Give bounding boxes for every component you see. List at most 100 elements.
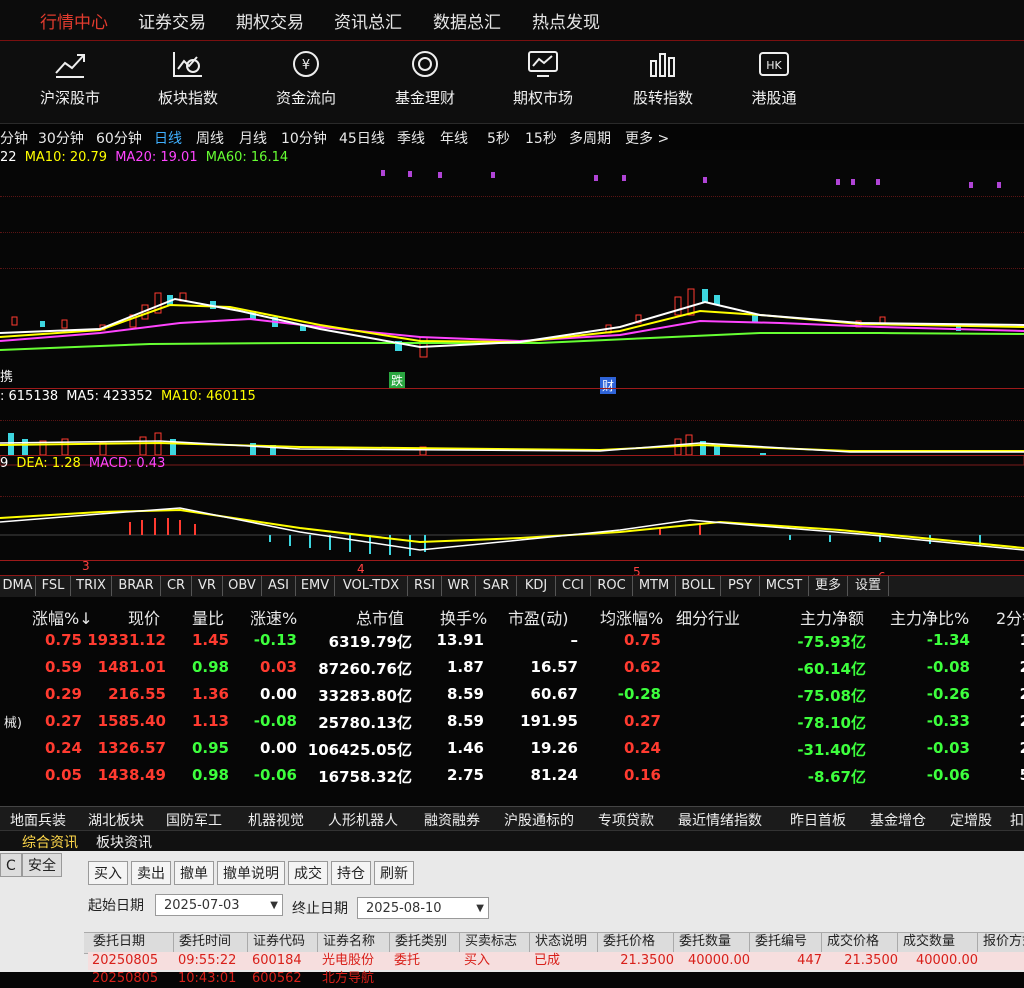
period-daily[interactable]: 日线 xyxy=(154,128,182,148)
grid-cell[interactable] xyxy=(390,970,460,988)
chart-marker-finance[interactable]: 财 xyxy=(600,377,617,394)
col-change-pct[interactable]: 涨幅%↓ xyxy=(32,605,93,629)
tab-hot-topics[interactable]: 热点发现 xyxy=(532,8,600,33)
table-row[interactable]: 0.59 1481.01 0.98 0.03 87260.76亿 1.87 16.57 0.6… xyxy=(0,654,1024,680)
grid-cell[interactable] xyxy=(978,970,1024,988)
col-avg-change[interactable]: 均涨幅% xyxy=(600,605,663,629)
shanghai-shenzhen-button[interactable]: 沪深股市 xyxy=(15,49,125,108)
positions-button[interactable]: 持仓 xyxy=(331,861,371,885)
period-10min[interactable]: 10分钟 xyxy=(281,128,327,148)
sector-tab[interactable]: 昨日首板 xyxy=(790,810,846,830)
col-market-cap[interactable]: 总市值 xyxy=(356,605,404,629)
sector-tab[interactable]: 融资融券 xyxy=(424,810,480,830)
table-row[interactable]: 0.05 1438.49 0.98 -0.06 16758.32亿 2.75 81.24 0.… xyxy=(0,762,1024,788)
sector-tab[interactable]: 国防军工 xyxy=(166,810,222,830)
tab-obv[interactable]: OBV xyxy=(223,576,262,596)
grid-cell[interactable]: 10:43:01 xyxy=(174,970,248,988)
tab-fsl[interactable]: FSL xyxy=(36,576,71,596)
tab-trix[interactable]: TRIX xyxy=(71,576,112,596)
period-multi[interactable]: 多周期 xyxy=(569,128,611,148)
macd-chart[interactable] xyxy=(0,500,1024,560)
tab-rsi[interactable]: RSI xyxy=(408,576,442,596)
col-pe[interactable]: 市盈(动) xyxy=(508,605,569,629)
tab-brar[interactable]: BRAR xyxy=(112,576,161,596)
grid-col-header[interactable]: 报价方式 xyxy=(978,932,1024,952)
chart-marker-fall[interactable]: 跌 xyxy=(389,372,406,389)
tab-market-center[interactable]: 行情中心 xyxy=(40,8,108,33)
grid-cell[interactable]: 40000.00 xyxy=(674,952,750,970)
grid-cell[interactable]: 09:55:22 xyxy=(174,952,248,970)
tab-emv[interactable]: EMV xyxy=(296,576,335,596)
grid-col-header[interactable]: 成交价格 xyxy=(822,932,898,952)
grid-cell[interactable]: 20250805 xyxy=(88,970,174,988)
grid-cell[interactable]: 买 xyxy=(978,952,1024,970)
grid-cell[interactable]: 600184 xyxy=(248,952,318,970)
grid-cell[interactable]: 21.3500 xyxy=(822,952,898,970)
grid-col-header[interactable]: 证券名称 xyxy=(318,932,390,952)
sector-tab[interactable]: 基金增仓 xyxy=(870,810,926,830)
sector-tab[interactable]: 人形机器人 xyxy=(328,810,398,830)
sector-tab[interactable]: 扣 xyxy=(1010,810,1024,830)
share-transfer-index-button[interactable]: 股转指数 xyxy=(608,49,718,108)
sell-button[interactable]: 卖出 xyxy=(131,861,171,885)
tab-sar[interactable]: SAR xyxy=(476,576,517,596)
grid-col-header[interactable]: 委托数量 xyxy=(674,932,750,952)
side-tab[interactable]: C xyxy=(0,853,22,877)
table-row[interactable]: 0.75 19331.12 1.45 -0.13 6319.79亿 13.91 – 0.75 -… xyxy=(0,627,1024,653)
tab-settings[interactable]: 设置 xyxy=(848,576,889,596)
sector-tab[interactable]: 湖北板块 xyxy=(88,810,144,830)
tab-sector-news[interactable]: 板块资讯 xyxy=(96,832,152,852)
grid-col-header[interactable]: 状态说明 xyxy=(530,932,598,952)
period-5sec[interactable]: 5秒 xyxy=(487,128,510,148)
grid-cell[interactable] xyxy=(750,970,822,988)
cancel-order-button[interactable]: 撤单 xyxy=(174,861,214,885)
period-30min[interactable]: 30分钟 xyxy=(38,128,84,148)
period-45day[interactable]: 45日线 xyxy=(339,128,385,148)
refresh-button[interactable]: 刷新 xyxy=(374,861,414,885)
period-monthly[interactable]: 月线 xyxy=(239,128,267,148)
buy-button[interactable]: 买入 xyxy=(88,861,128,885)
chevron-down-icon[interactable]: ▼ xyxy=(476,898,484,920)
sector-tab[interactable]: 定增股 xyxy=(950,810,992,830)
tab-asi[interactable]: ASI xyxy=(262,576,296,596)
col-speed[interactable]: 涨速% xyxy=(250,605,297,629)
period-minute[interactable]: 分钟 xyxy=(0,128,28,148)
volume-chart[interactable] xyxy=(0,425,1024,455)
grid-cell[interactable]: 40000.00 xyxy=(898,952,978,970)
start-date-field[interactable]: 2025-07-03 ▼ xyxy=(155,894,283,916)
period-more[interactable]: 更多 > xyxy=(625,128,669,148)
table-row[interactable]: 0.24 1326.57 0.95 0.00 106425.05亿 1.46 19.26 0.… xyxy=(0,735,1024,761)
options-market-button[interactable]: 期权市场 xyxy=(488,49,598,108)
grid-col-header[interactable]: 成交数量 xyxy=(898,932,978,952)
tab-options-trading[interactable]: 期权交易 xyxy=(236,8,304,33)
sector-tab[interactable]: 机器视觉 xyxy=(248,810,304,830)
grid-cell[interactable]: 北方导航 xyxy=(318,970,390,988)
hk-connect-button[interactable]: HK 港股通 xyxy=(719,49,829,108)
col-turnover[interactable]: 换手% xyxy=(440,605,487,629)
tab-kdj[interactable]: KDJ xyxy=(517,576,556,596)
col-main-net[interactable]: 主力净额 xyxy=(800,605,864,629)
sector-tab[interactable]: 沪股通标的 xyxy=(504,810,574,830)
sector-tab[interactable]: 最近情绪指数 xyxy=(678,810,762,830)
tab-vr[interactable]: VR xyxy=(192,576,223,596)
sector-index-button[interactable]: 板块指数 xyxy=(133,49,243,108)
grid-cell[interactable] xyxy=(530,970,598,988)
grid-cell[interactable]: 600562 xyxy=(248,970,318,988)
period-quarterly[interactable]: 季线 xyxy=(397,128,425,148)
security-tab[interactable]: 安全 xyxy=(22,853,62,877)
grid-cell[interactable]: 21.3500 xyxy=(598,952,674,970)
col-price[interactable]: 现价 xyxy=(128,605,160,629)
fund-button[interactable]: 基金理财 xyxy=(370,49,480,108)
tab-roc[interactable]: ROC xyxy=(591,576,633,596)
grid-col-header[interactable]: 委托日期 xyxy=(88,932,174,952)
tab-mcst[interactable]: MCST xyxy=(760,576,809,596)
col-main-ratio[interactable]: 主力净比% xyxy=(890,605,969,629)
grid-col-header[interactable]: 委托编号 xyxy=(750,932,822,952)
tab-news[interactable]: 资讯总汇 xyxy=(334,8,402,33)
money-flow-button[interactable]: ¥ 资金流向 xyxy=(251,49,361,108)
grid-cell[interactable] xyxy=(674,970,750,988)
grid-cell[interactable] xyxy=(598,970,674,988)
col-volume-ratio[interactable]: 量比 xyxy=(192,605,224,629)
grid-cell[interactable]: 光电股份 xyxy=(318,952,390,970)
sector-tab[interactable]: 地面兵装 xyxy=(10,810,66,830)
